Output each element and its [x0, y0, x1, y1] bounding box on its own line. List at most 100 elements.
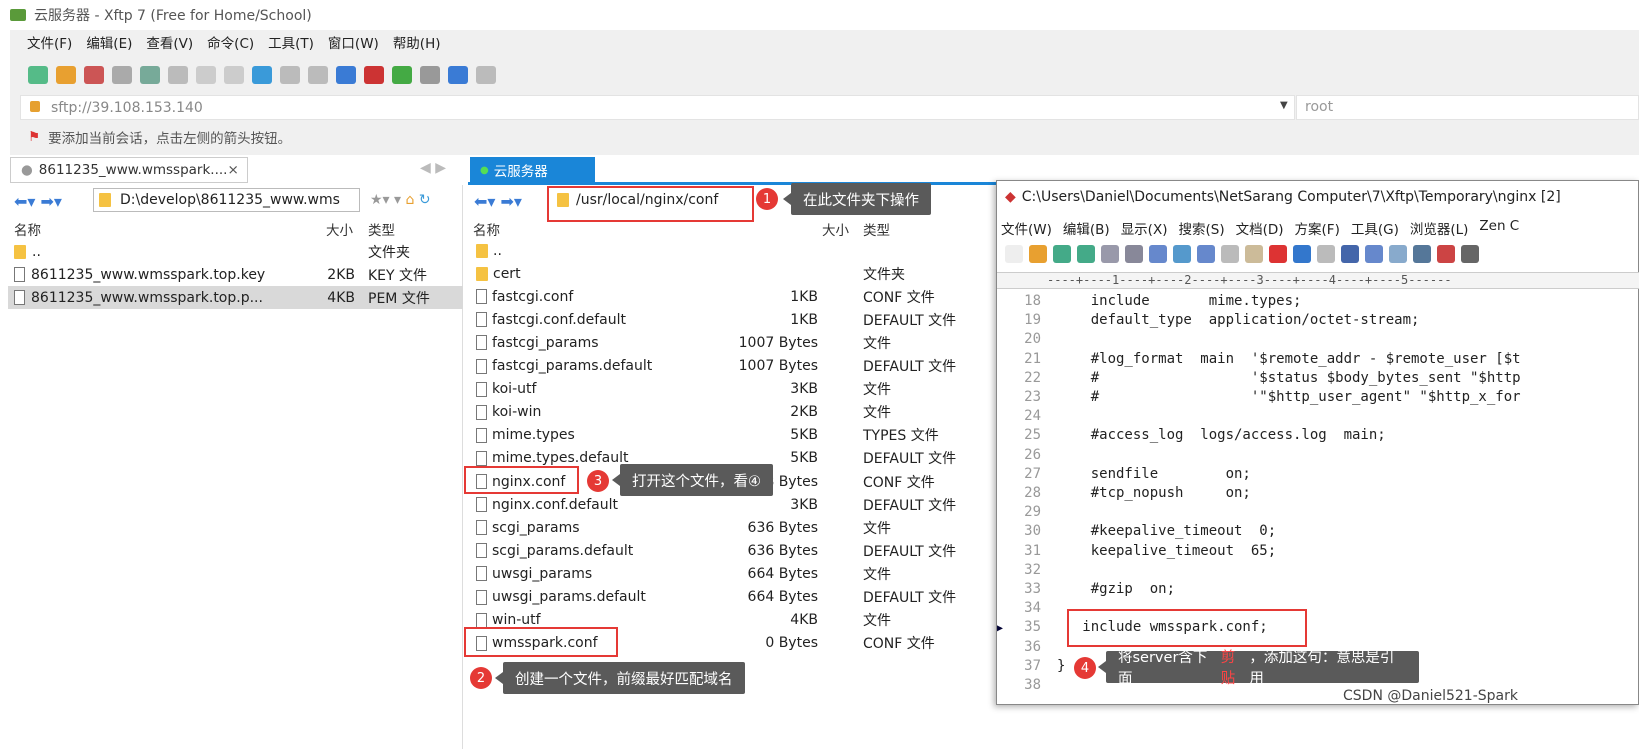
file-row[interactable]: koi-utf 3KB 文件 — [468, 378, 998, 401]
toolbar-button-icon[interactable] — [56, 66, 76, 84]
toolbar-button-icon[interactable] — [336, 66, 356, 84]
toolbar-button-icon[interactable] — [84, 66, 104, 84]
editor-toolbar-icon[interactable] — [1245, 245, 1263, 263]
menu-item[interactable]: 工具(T) — [268, 32, 314, 56]
toolbar-button-icon[interactable] — [224, 66, 244, 84]
file-row[interactable]: 8611235_www.wmsspark.top.key 2KB KEY 文件 — [8, 263, 463, 286]
menu-item[interactable]: 窗口(W) — [328, 32, 379, 56]
editor-menu-item[interactable]: 编辑(B) — [1063, 218, 1110, 238]
file-row[interactable]: scgi_params 636 Bytes 文件 — [468, 516, 998, 539]
code-line[interactable]: 21 #log_format main '$remote_addr - $rem… — [997, 351, 1520, 367]
code-line[interactable]: 23 # '"$http_user_agent" "$http_x_for — [997, 389, 1520, 405]
file-row[interactable]: 8611235_www.wmsspark.top.p... 4KB PEM 文件 — [8, 286, 463, 309]
tab-remote[interactable]: ● 云服务器 — [470, 157, 595, 183]
toolbar-button-icon[interactable] — [364, 66, 384, 84]
col-size[interactable]: 大小 — [822, 219, 849, 239]
file-row[interactable]: .. 文件夹 — [8, 240, 463, 263]
menu-item[interactable]: 文件(F) — [27, 32, 72, 56]
toolbar-button-icon[interactable] — [252, 66, 272, 84]
code-line[interactable]: 38 — [997, 677, 1057, 693]
editor-menu-item[interactable]: 文件(W) — [1001, 218, 1052, 238]
file-row[interactable]: scgi_params.default 636 Bytes DEFAULT 文件 — [468, 539, 998, 562]
menu-item[interactable]: 帮助(H) — [393, 32, 441, 56]
editor-toolbar-icon[interactable] — [1341, 245, 1359, 263]
toolbar-button-icon[interactable] — [168, 66, 188, 84]
file-row[interactable]: koi-win 2KB 文件 — [468, 401, 998, 424]
code-line[interactable]: 31 keepalive_timeout 65; — [997, 543, 1276, 559]
code-line[interactable]: 24 — [997, 408, 1057, 424]
code-line[interactable]: 30 #keepalive_timeout 0; — [997, 523, 1276, 539]
local-path-input[interactable]: D:\develop\8611235_www.wms — [93, 188, 360, 212]
code-line[interactable]: 27 sendfile on; — [997, 466, 1251, 482]
code-line[interactable]: 20 — [997, 331, 1057, 347]
tab-local[interactable]: ● 8611235_www.wmsspark.... × — [10, 157, 248, 183]
editor-toolbar-icon[interactable] — [1293, 245, 1311, 263]
editor-toolbar-icon[interactable] — [1269, 245, 1287, 263]
toolbar-button-icon[interactable] — [280, 66, 300, 84]
tab-scroll-icon[interactable]: ◀ ▶ — [420, 160, 446, 176]
editor-menu-item[interactable]: 工具(G) — [1351, 218, 1399, 238]
code-line[interactable]: 33 #gzip on; — [997, 581, 1175, 597]
dropdown-icon[interactable]: ▼ — [1280, 100, 1288, 111]
back-icon[interactable]: ⬅▾ ➡▾ — [474, 192, 522, 211]
editor-toolbar-icon[interactable] — [1077, 245, 1095, 263]
code-line[interactable]: 26 — [997, 447, 1057, 463]
file-row[interactable]: fastcgi_params 1007 Bytes 文件 — [468, 331, 998, 354]
file-row[interactable]: cert 文件夹 — [468, 262, 998, 285]
editor-toolbar-icon[interactable] — [1197, 245, 1215, 263]
editor-toolbar-icon[interactable] — [1005, 245, 1023, 263]
back-icon[interactable]: ⬅▾ ➡▾ — [14, 192, 62, 211]
col-name[interactable]: 名称 — [14, 219, 41, 239]
file-row[interactable]: nginx.conf.default 3KB DEFAULT 文件 — [468, 493, 998, 516]
close-icon[interactable]: × — [227, 162, 238, 178]
toolbar-button-icon[interactable] — [196, 66, 216, 84]
menu-item[interactable]: 查看(V) — [146, 32, 193, 56]
code-line[interactable]: 28 #tcp_nopush on; — [997, 485, 1251, 501]
editor-toolbar-icon[interactable] — [1053, 245, 1071, 263]
username-input[interactable]: root — [1296, 95, 1639, 120]
menu-item[interactable]: 命令(C) — [207, 32, 254, 56]
file-row[interactable]: .. — [468, 239, 998, 262]
address-input[interactable]: sftp://39.108.153.140 — [20, 95, 1295, 120]
toolbar-button-icon[interactable] — [28, 66, 48, 84]
editor-menu-item[interactable]: 浏览器(L) — [1410, 218, 1469, 238]
editor-toolbar-icon[interactable] — [1029, 245, 1047, 263]
file-row[interactable]: fastcgi.conf.default 1KB DEFAULT 文件 — [468, 308, 998, 331]
code-line[interactable]: 19 default_type application/octet-stream… — [997, 312, 1419, 328]
code-line[interactable]: 37} — [997, 658, 1065, 674]
file-row[interactable]: uwsgi_params 664 Bytes 文件 — [468, 562, 998, 585]
editor-menu-item[interactable]: 方案(F) — [1295, 218, 1340, 238]
editor-menu-item[interactable]: 显示(X) — [1121, 218, 1168, 238]
code-line[interactable]: 25 #access_log logs/access.log main; — [997, 427, 1386, 443]
editor-toolbar-icon[interactable] — [1365, 245, 1383, 263]
file-row[interactable]: uwsgi_params.default 664 Bytes DEFAULT 文件 — [468, 586, 998, 609]
bookmark-icon[interactable]: ★▾ ▾ ⌂ ↻ — [370, 192, 431, 208]
code-line[interactable]: 32 — [997, 562, 1057, 578]
editor-toolbar-icon[interactable] — [1221, 245, 1239, 263]
editor-toolbar-icon[interactable] — [1317, 245, 1335, 263]
toolbar-button-icon[interactable] — [112, 66, 132, 84]
editor-toolbar-icon[interactable] — [1125, 245, 1143, 263]
editor-menu-item[interactable]: Zen C — [1479, 218, 1519, 238]
toolbar-button-icon[interactable] — [448, 66, 468, 84]
editor-toolbar-icon[interactable] — [1413, 245, 1431, 263]
toolbar-button-icon[interactable] — [140, 66, 160, 84]
code-line[interactable]: 29 — [997, 504, 1057, 520]
code-line[interactable]: 36 — [997, 639, 1057, 655]
editor-toolbar-icon[interactable] — [1389, 245, 1407, 263]
editor-menu-item[interactable]: 搜索(S) — [1178, 218, 1224, 238]
toolbar-button-icon[interactable] — [420, 66, 440, 84]
editor-toolbar-icon[interactable] — [1173, 245, 1191, 263]
editor-menu-item[interactable]: 文档(D) — [1236, 218, 1284, 238]
editor-toolbar-icon[interactable] — [1149, 245, 1167, 263]
col-type[interactable]: 类型 — [863, 219, 890, 239]
file-row[interactable]: fastcgi.conf 1KB CONF 文件 — [468, 285, 998, 308]
code-line[interactable]: 22 # '$status $body_bytes_sent "$http — [997, 370, 1520, 386]
menu-item[interactable]: 编辑(E) — [86, 32, 132, 56]
code-line[interactable]: 18 include mime.types; — [997, 293, 1301, 309]
toolbar-button-icon[interactable] — [308, 66, 328, 84]
col-type[interactable]: 类型 — [368, 219, 395, 239]
toolbar-button-icon[interactable] — [476, 66, 496, 84]
editor-toolbar-icon[interactable] — [1437, 245, 1455, 263]
col-name[interactable]: 名称 — [473, 219, 500, 239]
